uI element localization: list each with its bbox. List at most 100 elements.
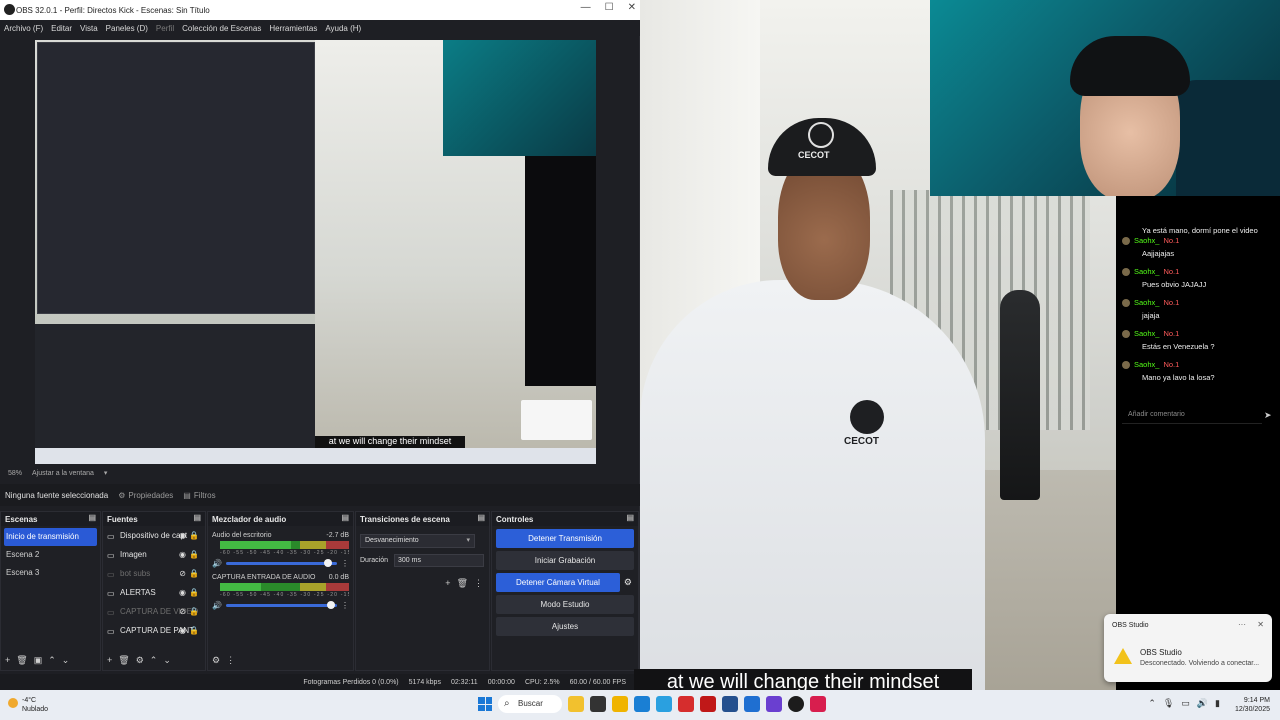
menu-paneles[interactable]: Paneles (D) bbox=[106, 24, 148, 33]
source-item[interactable]: ▭ Imagen ◉ 🔒 bbox=[103, 545, 205, 564]
visibility-icon[interactable]: ◉ bbox=[179, 550, 186, 559]
dock-menu-icon[interactable]: ▤ bbox=[88, 513, 96, 522]
tiktok-icon[interactable] bbox=[810, 696, 826, 712]
chevron-down-icon[interactable]: ▾ bbox=[104, 469, 108, 477]
discord-icon[interactable] bbox=[766, 696, 782, 712]
source-item[interactable]: ▭ CAPTURA DE VIDEO ⊘ 🔒 bbox=[103, 602, 205, 621]
slider-knob[interactable] bbox=[324, 558, 333, 567]
app-a-icon[interactable] bbox=[744, 696, 760, 712]
scene-item[interactable]: Escena 3 bbox=[1, 564, 100, 582]
menu-coleccion-escenas[interactable]: Colección de Escenas bbox=[182, 24, 261, 33]
obs-taskbar-icon[interactable] bbox=[788, 696, 804, 712]
network-icon[interactable]: ▭ bbox=[1181, 698, 1190, 709]
close-button[interactable]: ✕ bbox=[628, 2, 636, 13]
trash-icon[interactable]: 🗑 bbox=[16, 655, 27, 666]
visibility-icon[interactable]: ◉ bbox=[179, 588, 186, 597]
chat-username[interactable]: Saohx_ bbox=[1134, 267, 1159, 276]
add-icon[interactable]: + bbox=[5, 655, 10, 666]
dock-menu-icon[interactable]: ▤ bbox=[341, 513, 349, 522]
lock-icon[interactable]: 🔒 bbox=[189, 607, 199, 616]
filter-icon[interactable]: ▣ bbox=[34, 655, 43, 666]
add-icon[interactable]: + bbox=[107, 655, 112, 666]
down-icon[interactable]: ⌄ bbox=[62, 655, 70, 666]
down-icon[interactable]: ⌄ bbox=[163, 655, 171, 666]
more-icon[interactable]: ⋮ bbox=[474, 578, 483, 589]
settings-button[interactable]: Ajustes bbox=[496, 617, 634, 636]
chevron-up-icon[interactable]: ⌃ bbox=[1148, 698, 1156, 709]
mic-icon[interactable]: 🎙 bbox=[1163, 698, 1174, 709]
studio-mode-button[interactable]: Modo Estudio bbox=[496, 595, 634, 614]
folder-icon[interactable] bbox=[612, 696, 628, 712]
app-icon[interactable] bbox=[590, 696, 606, 712]
minimize-button[interactable]: — bbox=[581, 2, 591, 13]
scene-item[interactable]: Escena 2 bbox=[1, 546, 100, 564]
stop-stream-button[interactable]: Detener Transmisión bbox=[496, 529, 634, 548]
scene-item[interactable]: Inicio de transmisión bbox=[4, 528, 97, 546]
trash-icon[interactable]: 🗑 bbox=[457, 578, 468, 589]
gear-icon[interactable]: ⚙ bbox=[624, 577, 632, 588]
menu-editar[interactable]: Editar bbox=[51, 24, 72, 33]
lock-icon[interactable]: 🔒 bbox=[189, 569, 199, 578]
chat-username[interactable]: Saohx_ bbox=[1134, 329, 1159, 338]
notification-toast[interactable]: OBS Studio ··· ✕ OBS Studio Desconectado… bbox=[1104, 614, 1272, 682]
dock-menu-icon[interactable]: ▤ bbox=[626, 513, 634, 522]
visibility-icon[interactable]: ◉ bbox=[179, 626, 186, 635]
up-icon[interactable]: ⌃ bbox=[150, 655, 158, 666]
menu-vista[interactable]: Vista bbox=[80, 24, 98, 33]
zoom-level[interactable]: 58% bbox=[8, 470, 22, 477]
app-blue-icon[interactable] bbox=[722, 696, 738, 712]
menu-ayuda[interactable]: Ayuda (H) bbox=[325, 24, 361, 33]
send-icon[interactable]: ➤ bbox=[1264, 410, 1272, 421]
duration-input[interactable]: 300 ms bbox=[394, 554, 485, 567]
more-icon[interactable]: ··· bbox=[1238, 620, 1246, 629]
dock-menu-icon[interactable]: ▤ bbox=[477, 513, 485, 522]
visibility-icon[interactable]: ⊘ bbox=[179, 569, 186, 578]
app-red-icon[interactable] bbox=[678, 696, 694, 712]
lock-icon[interactable]: 🔒 bbox=[189, 626, 199, 635]
search-box[interactable]: Buscar bbox=[498, 695, 562, 713]
clock[interactable]: 9:14 PM 12/30/2025 bbox=[1235, 696, 1270, 714]
transition-select[interactable]: Desvanecimiento ▾ bbox=[360, 534, 475, 548]
more-icon[interactable]: ⋮ bbox=[226, 655, 235, 666]
add-icon[interactable]: + bbox=[445, 578, 450, 589]
source-item[interactable]: ▭ CAPTURA DE PANT ◉ 🔒 bbox=[103, 621, 205, 640]
volume-slider[interactable] bbox=[225, 558, 337, 567]
chat-username[interactable]: Saohx_ bbox=[1134, 298, 1159, 307]
source-item[interactable]: ▭ bot subs ⊘ 🔒 bbox=[103, 564, 205, 583]
stop-virtual-camera-button[interactable]: Detener Cámara Virtual bbox=[496, 573, 620, 592]
start-icon[interactable] bbox=[478, 697, 492, 711]
filters-button[interactable]: ▤ Filtros bbox=[183, 491, 215, 500]
lock-icon[interactable]: 🔒 bbox=[189, 588, 199, 597]
battery-icon[interactable]: ▮ bbox=[1215, 698, 1220, 709]
volume-slider[interactable] bbox=[225, 600, 337, 609]
properties-button[interactable]: ⚙ Propiedades bbox=[118, 491, 173, 500]
speaker-icon[interactable]: 🔊 bbox=[212, 559, 222, 568]
file-explorer-icon[interactable] bbox=[568, 696, 584, 712]
maximize-button[interactable]: ☐ bbox=[605, 2, 614, 13]
gear-icon[interactable]: ⚙ bbox=[136, 655, 144, 666]
chat-username[interactable]: Saohx_ bbox=[1134, 236, 1159, 245]
menu-perfil[interactable]: Perfil bbox=[156, 24, 174, 33]
browser-icon[interactable] bbox=[656, 696, 672, 712]
program-preview[interactable]: at we will change their mindset bbox=[35, 40, 596, 464]
chat-input[interactable]: Añadir comentario bbox=[1122, 406, 1262, 424]
trash-icon[interactable]: 🗑 bbox=[118, 655, 129, 666]
close-icon[interactable]: ✕ bbox=[1257, 620, 1264, 629]
up-icon[interactable]: ⌃ bbox=[48, 655, 56, 666]
chat-username[interactable]: Saohx_ bbox=[1134, 360, 1159, 369]
lock-icon[interactable]: 🔒 bbox=[189, 531, 199, 540]
source-item[interactable]: ▭ Dispositivo de capt ◉ 🔒 bbox=[103, 526, 205, 545]
source-item[interactable]: ▭ ALERTAS ◉ 🔒 bbox=[103, 583, 205, 602]
start-recording-button[interactable]: Iniciar Grabación bbox=[496, 551, 634, 570]
edge-icon[interactable] bbox=[634, 696, 650, 712]
fit-to-window[interactable]: Ajustar a la ventana bbox=[32, 470, 94, 477]
slider-knob[interactable] bbox=[327, 600, 336, 609]
dock-menu-icon[interactable]: ▤ bbox=[193, 513, 201, 522]
gear-icon[interactable]: ⚙ bbox=[212, 655, 220, 666]
more-icon[interactable]: ⋮ bbox=[341, 559, 349, 568]
visibility-icon[interactable]: ◉ bbox=[179, 531, 186, 540]
menu-herramientas[interactable]: Herramientas bbox=[269, 24, 317, 33]
volume-icon[interactable]: 🔊 bbox=[1197, 698, 1208, 709]
lock-icon[interactable]: 🔒 bbox=[189, 550, 199, 559]
weather-widget[interactable]: -4°C Nublado bbox=[8, 696, 48, 714]
